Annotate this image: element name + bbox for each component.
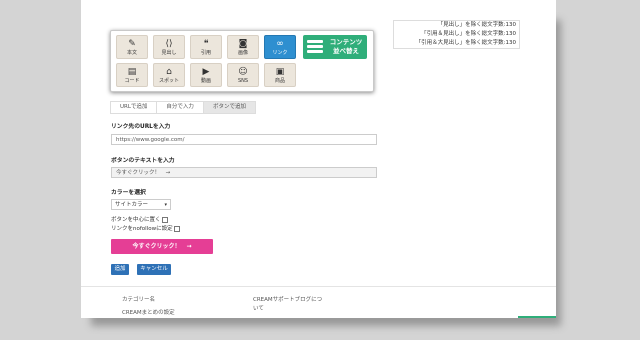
color-select-label: カラーを選択 <box>111 190 146 196</box>
footer-category-item[interactable]: CREAMまとめの設定 <box>122 309 175 318</box>
tool-label: 見出し <box>161 50 177 56</box>
tool-label: SNS <box>237 78 249 84</box>
spot-icon: ⌂ <box>166 67 172 77</box>
tool-r2-1-button[interactable]: ⌂ スポット <box>153 63 185 87</box>
camera-icon: ◙ <box>238 39 248 49</box>
tool-label: コード <box>124 78 140 84</box>
code-window-icon: ▤ <box>127 67 137 77</box>
chevron-down-icon: ▾ <box>164 202 167 208</box>
button-preview[interactable]: 今すぐクリック！ → <box>111 239 213 254</box>
button-text-label: ボタンのテキストを入力 <box>111 158 175 164</box>
url-field-label: リンク先のURLを入力 <box>111 124 171 130</box>
char-count-excluding-quotes-large-headings: 「引用＆大見出し」を除く総文字数:130 <box>415 40 516 46</box>
nofollow-option[interactable]: リンクをnofollowに設定 <box>111 224 180 232</box>
tool-label: 本文 <box>126 50 137 56</box>
footer-accent-bar <box>518 316 556 318</box>
color-select-value: サイトカラー <box>115 202 149 208</box>
tool-r1-4-button[interactable]: ∞ リンク <box>264 35 296 59</box>
center-button-label: ボタンを中心に置く <box>111 217 161 223</box>
tool-label: リンク <box>272 50 288 56</box>
shopping-bag-icon: ▣ <box>275 67 285 77</box>
editor-page: ✎ 本文 ⟨⟩ 見出し ❝ 引用 ◙ 画像 ∞ リンク ▤ コード ⌂ スポット ▶ 動画 ☺ SNS ▣ 商品 コ… <box>81 0 556 318</box>
tool-label: 商品 <box>274 78 285 84</box>
url-input[interactable]: https://www.google.com/ <box>111 134 377 145</box>
add-button[interactable]: 追加 <box>111 264 129 275</box>
content-reorder-button[interactable]: コンテンツ 並べ替え <box>303 35 367 59</box>
tab-manual-input[interactable]: 自分で入力 <box>156 101 204 114</box>
code-brackets-icon: ⟨⟩ <box>165 39 173 49</box>
footer-category-title: カテゴリー名 <box>122 297 156 303</box>
tool-r1-0-button[interactable]: ✎ 本文 <box>116 35 148 59</box>
tool-label: スポット <box>158 78 179 84</box>
link-mode-tabs: URLで追加 自分で入力 ボタンで追加 <box>110 101 256 114</box>
button-text-input[interactable]: 今すぐクリック！ → <box>111 167 377 178</box>
tool-r1-1-button[interactable]: ⟨⟩ 見出し <box>153 35 185 59</box>
tab-add-as-button[interactable]: ボタンで追加 <box>202 101 256 114</box>
tool-r2-0-button[interactable]: ▤ コード <box>116 63 148 87</box>
char-count-excluding-quotes-headings: 「引用＆見出し」を除く総文字数:130 <box>421 31 516 37</box>
content-reorder-label: コンテンツ 並べ替え <box>329 38 363 55</box>
nofollow-label: リンクをnofollowに設定 <box>111 226 173 232</box>
footer-blog-link[interactable]: CREAMサポートブログにつ いて <box>253 296 322 314</box>
tool-r2-4-button[interactable]: ▣ 商品 <box>264 63 296 87</box>
footer-divider <box>81 286 556 287</box>
nofollow-checkbox[interactable] <box>173 225 180 232</box>
tool-label: 画像 <box>237 50 248 56</box>
tool-r2-2-button[interactable]: ▶ 動画 <box>190 63 222 87</box>
tool-r2-3-button[interactable]: ☺ SNS <box>227 63 259 87</box>
character-count-panel: 「見出し」を除く総文字数:130 「引用＆見出し」を除く総文字数:130 「引用… <box>393 20 520 49</box>
tool-r1-3-button[interactable]: ◙ 画像 <box>227 35 259 59</box>
tool-label: 引用 <box>200 50 211 56</box>
list-reorder-icon <box>307 40 323 55</box>
sns-icon: ☺ <box>238 67 248 77</box>
cancel-button[interactable]: キャンセル <box>137 264 171 275</box>
center-button-checkbox[interactable] <box>161 216 168 223</box>
center-button-option[interactable]: ボタンを中心に置く <box>111 215 168 223</box>
quote-icon: ❝ <box>203 39 209 49</box>
tool-label: 動画 <box>200 78 211 84</box>
tool-r1-2-button[interactable]: ❝ 引用 <box>190 35 222 59</box>
pen-icon: ✎ <box>128 39 136 49</box>
tab-add-by-url[interactable]: URLで追加 <box>110 101 158 114</box>
video-icon: ▶ <box>202 67 210 77</box>
color-select[interactable]: サイトカラー ▾ <box>111 199 171 210</box>
block-palette: ✎ 本文 ⟨⟩ 見出し ❝ 引用 ◙ 画像 ∞ リンク ▤ コード ⌂ スポット ▶ 動画 ☺ SNS ▣ 商品 コ… <box>110 30 374 92</box>
char-count-excluding-headings: 「見出し」を除く総文字数:130 <box>437 22 516 28</box>
link-icon: ∞ <box>276 39 284 49</box>
